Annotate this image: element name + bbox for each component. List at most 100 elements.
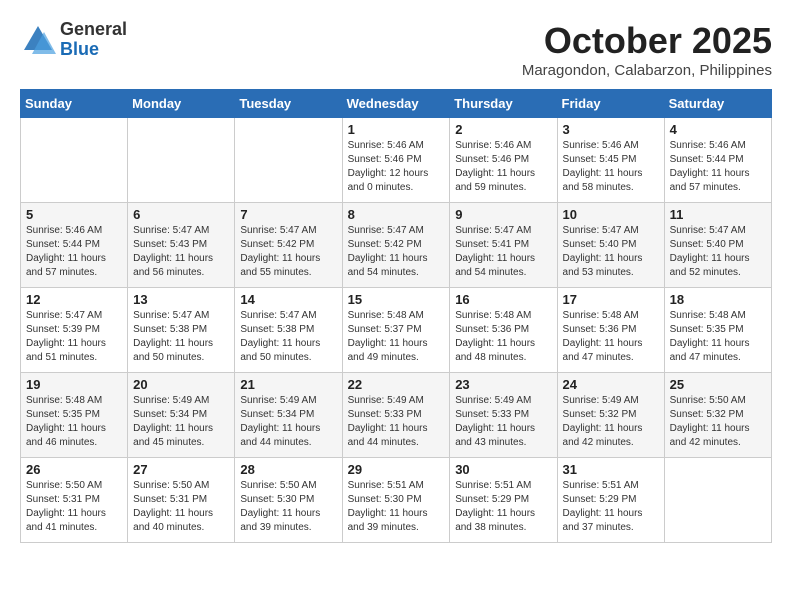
- week-row-1: 1 Sunrise: 5:46 AMSunset: 5:46 PMDaylight…: [21, 118, 772, 203]
- day-number: 24: [563, 377, 659, 392]
- weekday-header-thursday: Thursday: [450, 90, 557, 118]
- day-number: 2: [455, 122, 551, 137]
- calendar-cell: 21 Sunrise: 5:49 AMSunset: 5:34 PMDayligh…: [235, 373, 342, 458]
- calendar-cell: 4 Sunrise: 5:46 AMSunset: 5:44 PMDaylight…: [664, 118, 771, 203]
- day-info: Sunrise: 5:49 AMSunset: 5:33 PMDaylight:…: [455, 394, 551, 450]
- day-info: Sunrise: 5:50 AMSunset: 5:32 PMDaylight:…: [670, 394, 766, 450]
- day-number: 1: [348, 122, 445, 137]
- day-info: Sunrise: 5:47 AMSunset: 5:39 PMDaylight:…: [26, 309, 122, 365]
- calendar-cell: 28 Sunrise: 5:50 AMSunset: 5:30 PMDayligh…: [235, 458, 342, 543]
- calendar-cell: 13 Sunrise: 5:47 AMSunset: 5:38 PMDayligh…: [128, 288, 235, 373]
- day-number: 22: [348, 377, 445, 392]
- day-info: Sunrise: 5:49 AMSunset: 5:34 PMDaylight:…: [133, 394, 229, 450]
- calendar-cell: [21, 118, 128, 203]
- day-number: 10: [563, 207, 659, 222]
- day-number: 6: [133, 207, 229, 222]
- day-number: 3: [563, 122, 659, 137]
- calendar-cell: 23Sunrise: 5:49 AMSunset: 5:33 PMDayligh…: [450, 373, 557, 458]
- day-number: 8: [348, 207, 445, 222]
- day-info: Sunrise: 5:51 AMSunset: 5:29 PMDaylight:…: [455, 479, 551, 535]
- calendar-cell: 22 Sunrise: 5:49 AMSunset: 5:33 PMDayligh…: [342, 373, 450, 458]
- day-info: Sunrise: 5:47 AMSunset: 5:42 PMDaylight:…: [348, 224, 445, 280]
- day-info: Sunrise: 5:47 AMSunset: 5:40 PMDaylight:…: [670, 224, 766, 280]
- day-number: 30: [455, 462, 551, 477]
- calendar-cell: 7Sunrise: 5:47 AMSunset: 5:42 PMDaylight…: [235, 203, 342, 288]
- day-number: 27: [133, 462, 229, 477]
- day-info: Sunrise: 5:48 AMSunset: 5:37 PMDaylight:…: [348, 309, 445, 365]
- calendar-table: SundayMondayTuesdayWednesdayThursdayFrid…: [20, 89, 772, 543]
- calendar-cell: 8 Sunrise: 5:47 AMSunset: 5:42 PMDaylight…: [342, 203, 450, 288]
- title-block: October 2025 Maragondon, Calabarzon, Phi…: [522, 20, 772, 79]
- day-number: 29: [348, 462, 445, 477]
- weekday-header-monday: Monday: [128, 90, 235, 118]
- logo-icon: [20, 22, 56, 58]
- calendar-cell: 20 Sunrise: 5:49 AMSunset: 5:34 PMDayligh…: [128, 373, 235, 458]
- calendar-cell: 9Sunrise: 5:47 AMSunset: 5:41 PMDaylight…: [450, 203, 557, 288]
- weekday-header-sunday: Sunday: [21, 90, 128, 118]
- calendar-cell: 17Sunrise: 5:48 AMSunset: 5:36 PMDayligh…: [557, 288, 664, 373]
- day-number: 16: [455, 292, 551, 307]
- day-number: 18: [670, 292, 766, 307]
- week-row-4: 19Sunrise: 5:48 AMSunset: 5:35 PMDayligh…: [21, 373, 772, 458]
- page-header: General Blue October 2025 Maragondon, Ca…: [20, 20, 772, 79]
- day-number: 4: [670, 122, 766, 137]
- calendar-cell: 29 Sunrise: 5:51 AMSunset: 5:30 PMDayligh…: [342, 458, 450, 543]
- logo: General Blue: [20, 20, 127, 60]
- weekday-header-wednesday: Wednesday: [342, 90, 450, 118]
- day-number: 11: [670, 207, 766, 222]
- day-number: 25: [670, 377, 766, 392]
- day-info: Sunrise: 5:48 AMSunset: 5:36 PMDaylight:…: [563, 309, 659, 365]
- day-info: Sunrise: 5:50 AMSunset: 5:31 PMDaylight:…: [26, 479, 122, 535]
- day-info: Sunrise: 5:48 AMSunset: 5:35 PMDaylight:…: [670, 309, 766, 365]
- calendar-cell: 11 Sunrise: 5:47 AMSunset: 5:40 PMDayligh…: [664, 203, 771, 288]
- calendar-cell: 27Sunrise: 5:50 AMSunset: 5:31 PMDayligh…: [128, 458, 235, 543]
- day-info: Sunrise: 5:46 AMSunset: 5:45 PMDaylight:…: [563, 139, 659, 195]
- day-info: Sunrise: 5:47 AMSunset: 5:43 PMDaylight:…: [133, 224, 229, 280]
- day-info: Sunrise: 5:46 AMSunset: 5:44 PMDaylight:…: [670, 139, 766, 195]
- day-number: 28: [240, 462, 336, 477]
- day-number: 15: [348, 292, 445, 307]
- day-info: Sunrise: 5:47 AMSunset: 5:40 PMDaylight:…: [563, 224, 659, 280]
- calendar-cell: 16 Sunrise: 5:48 AMSunset: 5:36 PMDayligh…: [450, 288, 557, 373]
- day-number: 21: [240, 377, 336, 392]
- calendar-cell: 31 Sunrise: 5:51 AMSunset: 5:29 PMDayligh…: [557, 458, 664, 543]
- day-info: Sunrise: 5:46 AMSunset: 5:44 PMDaylight:…: [26, 224, 122, 280]
- day-info: Sunrise: 5:51 AMSunset: 5:29 PMDaylight:…: [563, 479, 659, 535]
- day-info: Sunrise: 5:49 AMSunset: 5:32 PMDaylight:…: [563, 394, 659, 450]
- day-number: 31: [563, 462, 659, 477]
- calendar-cell: 6 Sunrise: 5:47 AMSunset: 5:43 PMDaylight…: [128, 203, 235, 288]
- calendar-cell: [664, 458, 771, 543]
- day-info: Sunrise: 5:50 AMSunset: 5:30 PMDaylight:…: [240, 479, 336, 535]
- calendar-cell: 26Sunrise: 5:50 AMSunset: 5:31 PMDayligh…: [21, 458, 128, 543]
- logo-text: General Blue: [60, 20, 127, 60]
- day-info: Sunrise: 5:47 AMSunset: 5:38 PMDaylight:…: [240, 309, 336, 365]
- calendar-cell: 15 Sunrise: 5:48 AMSunset: 5:37 PMDayligh…: [342, 288, 450, 373]
- day-number: 5: [26, 207, 122, 222]
- calendar-cell: 3 Sunrise: 5:46 AMSunset: 5:45 PMDaylight…: [557, 118, 664, 203]
- day-info: Sunrise: 5:47 AMSunset: 5:42 PMDaylight:…: [240, 224, 336, 280]
- calendar-cell: 2 Sunrise: 5:46 AMSunset: 5:46 PMDaylight…: [450, 118, 557, 203]
- day-number: 20: [133, 377, 229, 392]
- weekday-header-row: SundayMondayTuesdayWednesdayThursdayFrid…: [21, 90, 772, 118]
- week-row-3: 12 Sunrise: 5:47 AMSunset: 5:39 PMDayligh…: [21, 288, 772, 373]
- calendar-cell: 30 Sunrise: 5:51 AMSunset: 5:29 PMDayligh…: [450, 458, 557, 543]
- day-info: Sunrise: 5:49 AMSunset: 5:33 PMDaylight:…: [348, 394, 445, 450]
- logo-general-text: General: [60, 20, 127, 40]
- day-info: Sunrise: 5:51 AMSunset: 5:30 PMDaylight:…: [348, 479, 445, 535]
- calendar-cell: [235, 118, 342, 203]
- day-number: 14: [240, 292, 336, 307]
- day-info: Sunrise: 5:48 AMSunset: 5:36 PMDaylight:…: [455, 309, 551, 365]
- location: Maragondon, Calabarzon, Philippines: [522, 62, 772, 79]
- day-info: Sunrise: 5:47 AMSunset: 5:41 PMDaylight:…: [455, 224, 551, 280]
- day-info: Sunrise: 5:46 AMSunset: 5:46 PMDaylight:…: [455, 139, 551, 195]
- day-info: Sunrise: 5:47 AMSunset: 5:38 PMDaylight:…: [133, 309, 229, 365]
- day-info: Sunrise: 5:49 AMSunset: 5:34 PMDaylight:…: [240, 394, 336, 450]
- week-row-2: 5 Sunrise: 5:46 AMSunset: 5:44 PMDaylight…: [21, 203, 772, 288]
- day-number: 12: [26, 292, 122, 307]
- calendar-cell: 5 Sunrise: 5:46 AMSunset: 5:44 PMDaylight…: [21, 203, 128, 288]
- logo-blue-text: Blue: [60, 40, 127, 60]
- calendar-cell: 12 Sunrise: 5:47 AMSunset: 5:39 PMDayligh…: [21, 288, 128, 373]
- month-title: October 2025: [522, 20, 772, 62]
- day-number: 13: [133, 292, 229, 307]
- day-info: Sunrise: 5:46 AMSunset: 5:46 PMDaylight:…: [348, 139, 445, 195]
